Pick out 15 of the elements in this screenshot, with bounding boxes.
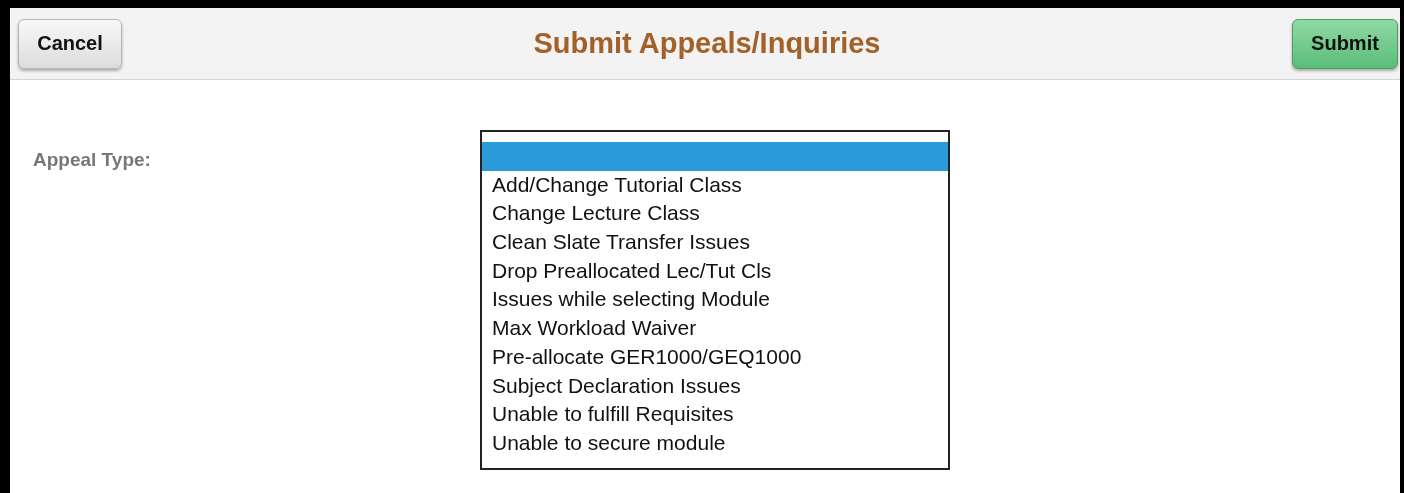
list-option[interactable]: Pre-allocate GER1000/GEQ1000 [482, 342, 948, 372]
list-option[interactable]: Unable to secure module [482, 428, 948, 458]
list-option[interactable]: Clean Slate Transfer Issues [482, 228, 948, 257]
page-title: Submit Appeals/Inquiries [533, 27, 881, 60]
list-option[interactable]: Drop Preallocated Lec/Tut Cls [482, 256, 948, 286]
cancel-button[interactable]: Cancel [18, 18, 122, 69]
list-option[interactable]: Change Lecture Class [482, 199, 948, 229]
list-option[interactable]: Add/Change Tutorial Class [482, 170, 948, 200]
list-option[interactable]: Issues while selecting Module [482, 285, 948, 315]
list-option[interactable]: Unable to fulfill Requisites [482, 400, 948, 429]
submit-button[interactable]: Submit [1292, 18, 1398, 69]
list-box[interactable] [480, 130, 950, 470]
field-label: Appeal Type: [33, 149, 152, 171]
list-option[interactable]: Max Workload Waiver [482, 314, 948, 343]
list-option[interactable]: Subject Declaration Issues [482, 371, 948, 401]
